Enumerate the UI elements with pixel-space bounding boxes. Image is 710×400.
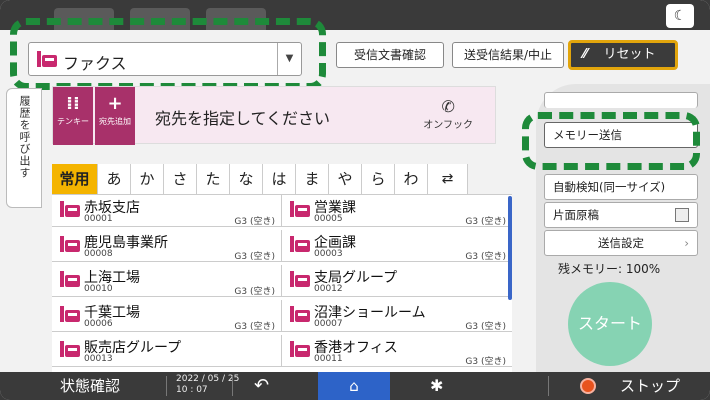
stop-icon	[580, 378, 596, 394]
gear-icon[interactable]: ✱	[430, 372, 443, 400]
highlight-app-selector	[10, 18, 326, 90]
fax-group-icon	[60, 341, 80, 357]
entry-status: G3 (空き)	[465, 322, 506, 332]
keypad-icon: ⁞⁞	[66, 93, 80, 114]
destination-message: 宛先を指定してください	[155, 109, 331, 128]
destination-list: 赤坂支店 00001 G3 (空き) 営業課 00005 G3 (空き) 鹿児島事業所 000…	[52, 194, 512, 372]
entry-number: 00001	[84, 214, 113, 224]
entry-number: 00006	[84, 319, 113, 329]
tab-ra[interactable]: ら	[362, 164, 395, 194]
back-icon[interactable]: ↶	[254, 372, 269, 400]
date: 2022 / 05 / 25	[176, 374, 240, 384]
entry-status: G3 (空き)	[234, 322, 275, 332]
tenkey-button[interactable]: ⁞⁞ テンキー	[53, 87, 93, 145]
received-docs-button[interactable]: 受信文書確認	[336, 42, 444, 68]
send-settings-button[interactable]: 送信設定 ›	[544, 230, 698, 256]
history-tab-label: 履歴を呼び出す	[18, 95, 31, 179]
list-item[interactable]: 企画課 00003 G3 (空き)	[282, 230, 512, 262]
index-tabs: 常用 あ か さ た な は ま や ら わ ⇄	[52, 164, 512, 194]
list-item[interactable]: 香港オフィス 00011 G3 (空き)	[282, 335, 512, 367]
divider	[232, 376, 233, 396]
result-cancel-button[interactable]: 送受信結果/中止	[452, 42, 564, 68]
divider	[166, 376, 167, 396]
highlight-memory-send	[522, 112, 700, 170]
memory-left: 残メモリー: 100%	[558, 262, 661, 276]
list-item[interactable]: 赤坂支店 00001 G3 (空き)	[52, 195, 282, 227]
fax-icon	[60, 201, 80, 217]
reset-button[interactable]: ⁄⁄ リセット	[568, 40, 678, 70]
phone-icon: ✆	[441, 97, 455, 116]
chevron-right-icon: ›	[684, 236, 689, 250]
onhook-label: オンフック	[423, 120, 473, 131]
tab-wa[interactable]: わ	[395, 164, 428, 194]
entry-status: G3 (空き)	[465, 217, 506, 227]
entry-number: 00003	[314, 249, 343, 259]
entry-number: 00012	[314, 284, 343, 294]
switch-icon[interactable]: ⇄	[428, 164, 468, 194]
list-item[interactable]: 上海工場 00010 G3 (空き)	[52, 265, 282, 297]
tab-common[interactable]: 常用	[52, 164, 98, 194]
entry-number: 00005	[314, 214, 343, 224]
destination-bar: ⁞⁞ テンキー + 宛先追加 宛先を指定してください ✆ オンフック	[52, 86, 496, 145]
tenkey-label: テンキー	[57, 117, 89, 126]
datetime: 2022 / 05 / 25 10 : 07	[176, 374, 239, 396]
preview-button[interactable]	[544, 92, 698, 108]
add-destination-button[interactable]: + 宛先追加	[95, 87, 135, 145]
moon-icon[interactable]: ☾	[666, 4, 694, 28]
plus-icon: +	[107, 93, 123, 114]
history-tab[interactable]: 履歴を呼び出す	[6, 88, 42, 208]
entry-status: G3 (空き)	[465, 357, 506, 367]
entry-status: G3 (空き)	[234, 252, 275, 262]
one-side-button[interactable]: 片面原稿	[544, 202, 698, 228]
list-item[interactable]: 販売店グループ 00013	[52, 335, 282, 367]
fax-icon	[290, 341, 310, 357]
tab-ta[interactable]: た	[197, 164, 230, 194]
tab-ya[interactable]: や	[329, 164, 362, 194]
entry-status: G3 (空き)	[465, 252, 506, 262]
list-item[interactable]: 鹿児島事業所 00008 G3 (空き)	[52, 230, 282, 262]
start-button[interactable]: スタート	[568, 282, 652, 366]
list-item[interactable]: 沼津ショールーム 00007 G3 (空き)	[282, 300, 512, 332]
screen: ☾ ファクス ▼ 受信文書確認 送受信結果/中止 ⁄⁄ リセット 履歴を呼び出す…	[0, 0, 710, 400]
entry-number: 00007	[314, 319, 343, 329]
stop-button[interactable]: ストップ	[620, 372, 680, 400]
slash-icon: ⁄⁄	[583, 47, 588, 62]
auto-detect-button[interactable]: 自動検知(同一サイズ)	[544, 174, 698, 200]
entry-number: 00010	[84, 284, 113, 294]
entry-number: 00013	[84, 354, 113, 364]
home-icon[interactable]: ⌂	[318, 372, 390, 400]
time: 10 : 07	[176, 385, 208, 395]
one-side-label: 片面原稿	[553, 208, 599, 222]
fax-group-icon	[290, 271, 310, 287]
fax-icon	[290, 306, 310, 322]
status-check-button[interactable]: 状態確認	[60, 372, 120, 400]
fax-icon	[60, 306, 80, 322]
fax-icon	[60, 271, 80, 287]
divider	[548, 376, 549, 396]
entry-status: G3 (空き)	[234, 217, 275, 227]
list-item[interactable]: 営業課 00005 G3 (空き)	[282, 195, 512, 227]
tab-na[interactable]: な	[230, 164, 263, 194]
tab-ha[interactable]: は	[263, 164, 296, 194]
tab-ka[interactable]: か	[131, 164, 164, 194]
reset-label: リセット	[603, 47, 656, 62]
scrollbar[interactable]	[508, 196, 512, 300]
send-settings-label: 送信設定	[598, 236, 644, 250]
tab-ma[interactable]: ま	[296, 164, 329, 194]
fax-icon	[290, 201, 310, 217]
entry-status: G3 (空き)	[234, 287, 275, 297]
onhook-button[interactable]: ✆ オンフック	[423, 97, 473, 131]
tab-a[interactable]: あ	[98, 164, 131, 194]
entry-number: 00011	[314, 354, 343, 364]
page-icon	[675, 208, 689, 222]
tab-sa[interactable]: さ	[164, 164, 197, 194]
fax-icon	[290, 236, 310, 252]
list-item[interactable]: 支局グループ 00012	[282, 265, 512, 297]
list-item[interactable]: 千葉工場 00006 G3 (空き)	[52, 300, 282, 332]
add-destination-label: 宛先追加	[99, 117, 131, 126]
entry-number: 00008	[84, 249, 113, 259]
bottom-bar: 状態確認 2022 / 05 / 25 10 : 07 ↶ ⌂ ✱ ストップ	[0, 372, 710, 400]
fax-icon	[60, 236, 80, 252]
